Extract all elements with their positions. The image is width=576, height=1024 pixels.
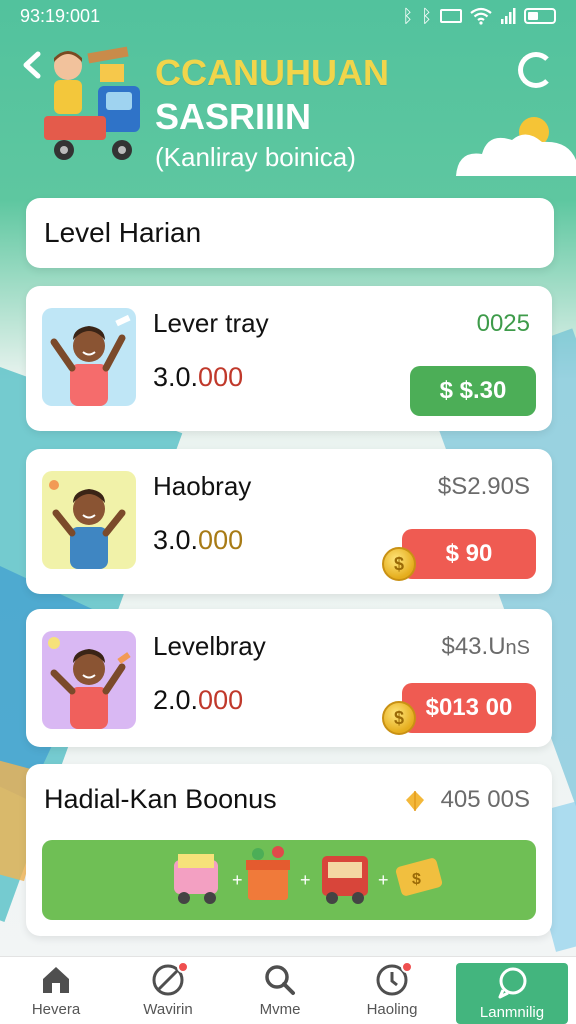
svg-text:+: + [232,870,243,890]
nav-label: Lanmnilig [479,1004,545,1021]
coin-icon: $ [382,547,416,581]
level-amount: 2.0.000 [153,685,244,715]
nav-item-wavirin[interactable]: Wavirin [112,957,224,1024]
coin-icon: $ [382,701,416,735]
header: CCANUHUAN SASRIIIN (Kanliray boinica) [0,32,576,202]
nav-item-haoling[interactable]: Haoling [336,957,448,1024]
level-price: 0025 [476,310,530,337]
avatar [42,631,136,729]
section-header-card: Level Harian [26,198,554,268]
mascot-illustration [44,46,140,160]
home-icon [43,967,69,993]
buy-button[interactable]: $013 00 [402,683,536,733]
wifi-icon [470,7,492,25]
battery-icon [524,8,556,24]
section-title: Level Harian [44,217,202,248]
buy-button[interactable]: $ $.30 [410,366,536,416]
nav-label: Mvme [259,1001,301,1018]
level-amount: 3.0.000 [153,362,244,392]
level-amount: 3.0.000 [153,525,244,555]
nav-label: Hevera [31,1001,81,1018]
rewards-illustration: + + + $ [174,846,443,904]
level-name: Levelbray [153,631,266,661]
level-price: $43.UnS [441,633,530,660]
signal-icon [501,8,516,24]
search-icon [265,965,295,995]
avatar [42,471,136,569]
refresh-button[interactable] [518,52,554,88]
nav-item-lanmnilig[interactable]: Lanmnilig [456,963,568,1024]
gem-icon [406,791,424,811]
avatar [42,308,136,406]
status-time: 93:19:001 [20,5,101,26]
app-caption: (Kanliray boinica) [155,142,356,172]
bonus-card: Hadial-Kan Boonus 405 00S + + + $ [26,764,552,936]
cloud-sun-illustration [456,117,576,176]
chat-icon [498,967,527,999]
ban-icon-wrapper [151,961,189,997]
nav-item-home[interactable]: Hevera [0,957,112,1024]
kid-avatar-illustration [50,314,131,406]
level-card[interactable]: Levelbray 2.0.000 $43.UnS $013 00 $ [26,609,552,747]
clock-icon-wrapper [375,961,413,997]
nav-label: Wavirin [143,1001,193,1018]
notification-badge [177,961,189,973]
nav-label: Haoling [366,1001,418,1018]
notification-badge [401,961,413,973]
bluetooth-icon: ᛒ [402,5,414,26]
vibrate-icon [440,9,462,23]
svg-text:$: $ [412,871,421,888]
status-bar: 93:19:001 ᛒ ᛒ [0,0,576,32]
app-title: CCANUHUAN [155,52,389,93]
status-icons: ᛒ ᛒ [402,6,556,27]
kid-avatar-illustration [49,480,126,569]
svg-text:+: + [300,870,311,890]
bonus-banner[interactable]: + + + $ [42,840,536,920]
level-name: Haobray [153,471,252,501]
bluetooth-icon: ᛒ [421,5,432,26]
bonus-title: Hadial-Kan Boonus [44,784,277,814]
app-subtitle: SASRIIIN [155,96,312,137]
level-name: Lever tray [153,308,269,338]
level-card[interactable]: Lever tray 3.0.000 0025 $ $.30 [26,286,552,431]
level-card[interactable]: Haobray 3.0.000 $S2.90S $ 90 $ [26,449,552,594]
level-price: $S2.90S [437,473,530,500]
svg-text:+: + [378,870,389,890]
buy-button[interactable]: $ 90 [402,529,536,579]
nav-item-search[interactable]: Mvme [224,957,336,1024]
bonus-value: 405 00S [440,786,530,813]
kid-avatar-illustration [48,637,131,729]
bottom-nav: Hevera Wavirin Mvme Haoling Lanmnilig [0,956,576,1024]
